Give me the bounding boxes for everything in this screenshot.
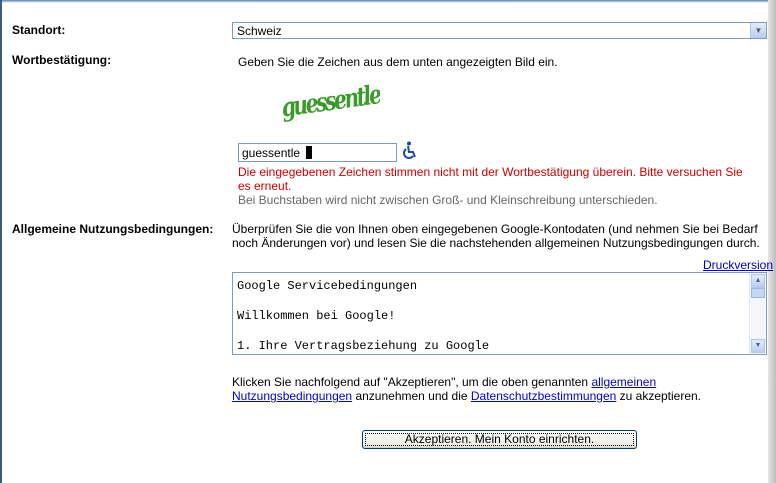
- window-top-edge: [0, 0, 776, 3]
- terms-label: Allgemeine Nutzungsbedingungen:: [12, 222, 214, 236]
- wheelchair-icon[interactable]: [402, 141, 418, 161]
- accept-text-middle: anzunehmen und die: [352, 389, 471, 403]
- privacy-link[interactable]: Datenschutzbestimmungen: [471, 389, 616, 403]
- captcha-input-value: guessentle: [242, 146, 301, 160]
- captcha-hint: Bei Buchstaben wird nicht zwischen Groß-…: [238, 193, 658, 207]
- accept-button[interactable]: Akzeptieren. Mein Konto einrichten.: [362, 430, 637, 449]
- accept-text-line2: Nutzungsbedingungen anzunehmen und die D…: [232, 389, 701, 403]
- terms-scrollbar[interactable]: ▲ ▼: [749, 273, 766, 354]
- arrow-up-icon[interactable]: ▲: [751, 274, 765, 288]
- terms-box-line: Willkommen bei Google!: [237, 309, 396, 323]
- focus-ring: [365, 433, 634, 446]
- location-label: Standort:: [12, 23, 66, 37]
- captcha-input[interactable]: guessentle: [238, 143, 397, 162]
- terms-intro-line2: noch Änderungen vor) und lesen Sie die n…: [232, 236, 760, 250]
- terms-textarea[interactable]: Google Servicebedingungen Willkommen bei…: [232, 272, 767, 355]
- chevron-down-icon[interactable]: ▼: [750, 23, 766, 38]
- captcha-error-line1: Die eingegebenen Zeichen stimmen nicht m…: [238, 165, 743, 179]
- accept-text-line1: Klicken Sie nachfolgend auf "Akzeptieren…: [232, 375, 656, 389]
- print-version-link[interactable]: Druckversion: [703, 258, 773, 272]
- captcha-instruction: Geben Sie die Zeichen aus dem unten ange…: [238, 55, 558, 69]
- terms-link-part1[interactable]: allgemeinen: [591, 375, 656, 389]
- terms-box-line: Google Servicebedingungen: [237, 279, 418, 293]
- terms-intro-line1: Überprüfen Sie die von Ihnen oben eingeg…: [232, 222, 758, 236]
- captcha-image: guessentle: [280, 80, 380, 123]
- scroll-thumb[interactable]: [751, 288, 765, 298]
- accept-text-before: Klicken Sie nachfolgend auf "Akzeptieren…: [232, 375, 592, 389]
- window-scrollbar[interactable]: [768, 0, 776, 483]
- text-cursor: [306, 146, 312, 159]
- window-left-edge: [0, 0, 2, 483]
- accept-text-after: zu akzeptieren.: [616, 389, 702, 403]
- arrow-down-icon[interactable]: ▼: [751, 339, 765, 353]
- captcha-label: Wortbestätigung:: [12, 53, 112, 67]
- captcha-error-line2: es erneut.: [238, 179, 292, 193]
- location-selected-value: Schweiz: [237, 24, 282, 38]
- terms-link-part2[interactable]: Nutzungsbedingungen: [232, 389, 352, 403]
- location-select[interactable]: Schweiz ▼: [232, 22, 767, 39]
- terms-box-line: 1. Ihre Vertragsbeziehung zu Google: [237, 339, 490, 353]
- captcha-image-text: guessentle: [280, 80, 380, 123]
